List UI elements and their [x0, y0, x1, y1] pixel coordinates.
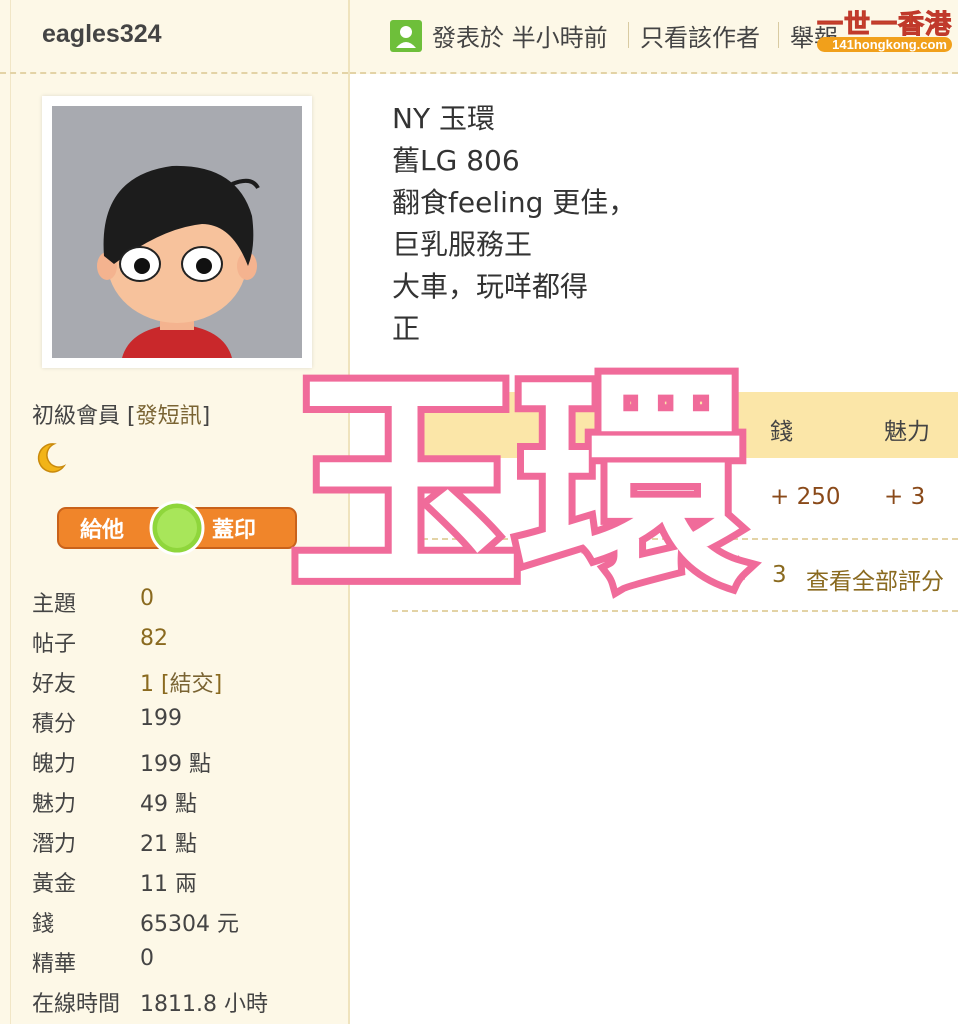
post-line: 巨乳服務王: [392, 228, 533, 261]
site-watermark: 一世一香港 141hongkong.com: [816, 9, 952, 52]
username-link[interactable]: eagles324: [42, 20, 162, 49]
avatar[interactable]: [42, 96, 312, 368]
avatar-image: [52, 106, 302, 358]
rating-divider: [392, 538, 958, 540]
post-line: 正: [392, 312, 421, 345]
member-rank: 初級會員 [發短訊]: [32, 404, 211, 429]
rank-label: 初級會員: [32, 404, 121, 429]
rating-col-money: 錢: [770, 419, 793, 445]
only-author-link[interactable]: 只看該作者: [640, 18, 760, 53]
post-line: 大車，玩咩都得: [392, 270, 589, 303]
add-friend-link[interactable]: 結交: [170, 672, 214, 697]
post-time: 發表於 半小時前: [432, 24, 608, 52]
stamp-left-label: 給他: [80, 518, 125, 543]
send-pm-link[interactable]: 發短訊: [136, 404, 202, 429]
online-user-icon: [390, 20, 422, 52]
rating-count: 3: [772, 562, 787, 588]
post-content: NY 玉環 舊LG 806 翻食feeling 更佳， 巨乳服務王 大車，玩咩都…: [392, 98, 636, 350]
post-line: NY 玉環: [392, 102, 495, 135]
view-all-ratings-link[interactable]: 查看全部評分: [806, 562, 944, 596]
post-line: 舊LG 806: [392, 144, 520, 177]
rating-charm-value: + 3: [884, 484, 926, 510]
post-header: 發表於 半小時前 只看該作者 舉報 一世一香港 141hongkong.com: [350, 0, 958, 74]
moon-icon: [37, 443, 67, 473]
rating-header: 錢 魅力: [392, 392, 958, 458]
rating-money-value: + 250: [770, 484, 841, 510]
username-bar: eagles324: [0, 0, 348, 74]
stamp-right-label: 蓋印: [212, 518, 257, 543]
post-line: 翻食feeling 更佳，: [392, 186, 637, 219]
user-sidebar: eagles324 初級會員 [發短訊] 給他 蓋印 主題 0 帖子 82 好友…: [0, 0, 350, 1024]
rating-divider-bottom: [392, 610, 958, 612]
rating-col-charm: 魅力: [884, 419, 930, 445]
